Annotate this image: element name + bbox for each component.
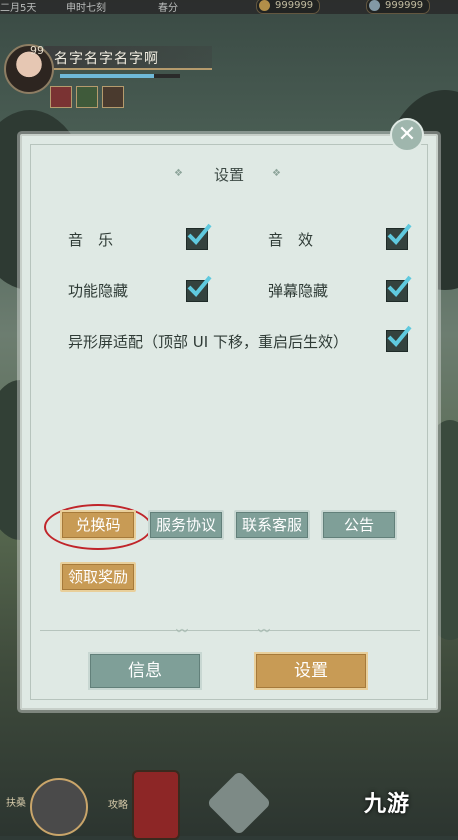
notch-adapt-checkbox[interactable] bbox=[386, 325, 412, 352]
sound-label: 音 效 bbox=[268, 231, 314, 249]
currency-2[interactable]: 999999 bbox=[366, 0, 431, 14]
hp-fill bbox=[60, 74, 154, 78]
music-label: 音 乐 bbox=[68, 231, 114, 249]
check-icon bbox=[387, 275, 412, 297]
close-icon: ✕ bbox=[397, 122, 417, 147]
bottom-mid-label: 攻略 bbox=[108, 800, 128, 811]
companion-icon[interactable] bbox=[102, 86, 124, 108]
date-text: 二月5天 bbox=[0, 3, 37, 14]
player-profile[interactable]: 名字名字名字啊 99 bbox=[0, 18, 220, 108]
info-tab[interactable]: 信息 bbox=[88, 652, 202, 690]
compass-icon[interactable] bbox=[206, 770, 272, 836]
hp-bar bbox=[60, 74, 180, 78]
notice-button[interactable]: 公告 bbox=[321, 510, 397, 540]
check-icon bbox=[387, 223, 412, 245]
check-icon bbox=[187, 275, 212, 297]
watermark-logo: 九游 bbox=[364, 792, 411, 817]
dialog-title: 设置 bbox=[213, 166, 244, 184]
gem-icon bbox=[369, 0, 380, 11]
check-icon bbox=[187, 223, 212, 245]
currency-2-value: 999999 bbox=[385, 0, 424, 11]
redeem-code-button[interactable]: 兑换码 bbox=[60, 510, 136, 540]
fan-icon[interactable] bbox=[30, 778, 88, 836]
service-agreement-button[interactable]: 服务协议 bbox=[148, 510, 224, 540]
hide-danmaku-label: 弹幕隐藏 bbox=[268, 282, 329, 300]
settings-dialog bbox=[20, 134, 438, 710]
title-ornament-icon: ❖ bbox=[272, 168, 281, 179]
divider bbox=[40, 630, 420, 631]
bottom-left-label: 扶桑 bbox=[6, 798, 26, 809]
hide-function-checkbox[interactable] bbox=[186, 275, 212, 302]
wave-ornament-icon: 〰 bbox=[258, 624, 271, 638]
music-checkbox[interactable] bbox=[186, 223, 212, 250]
wave-ornament-icon: 〰 bbox=[176, 624, 189, 638]
shrine-icon[interactable] bbox=[132, 770, 180, 840]
time-text: 申时七刻 bbox=[66, 3, 106, 14]
sound-checkbox[interactable] bbox=[386, 223, 412, 250]
check-icon bbox=[387, 325, 412, 347]
hide-function-label: 功能隐藏 bbox=[68, 282, 129, 300]
coin-icon bbox=[259, 0, 270, 11]
claim-reward-button[interactable]: 领取奖励 bbox=[60, 562, 136, 592]
close-button[interactable]: ✕ bbox=[390, 118, 424, 152]
notch-adapt-label: 异形屏适配（顶部 UI 下移，重启后生效） bbox=[68, 333, 348, 351]
hide-danmaku-checkbox[interactable] bbox=[386, 275, 412, 302]
buff-icon[interactable] bbox=[50, 86, 72, 108]
settings-tab[interactable]: 设置 bbox=[254, 652, 368, 690]
contact-support-button[interactable]: 联系客服 bbox=[234, 510, 310, 540]
dialog-border bbox=[30, 144, 428, 700]
currency-1[interactable]: 999999 bbox=[256, 0, 321, 14]
top-status-bar: 二月5天 申时七刻 春分 999999 999999 bbox=[0, 0, 458, 14]
name-bar: 名字名字名字啊 bbox=[44, 46, 212, 70]
player-level: 99 bbox=[30, 44, 44, 57]
player-name: 名字名字名字啊 bbox=[54, 51, 159, 67]
companion-icon[interactable] bbox=[76, 86, 98, 108]
player-avatar[interactable] bbox=[4, 44, 54, 94]
currency-1-value: 999999 bbox=[275, 0, 314, 11]
season-text: 春分 bbox=[158, 3, 178, 14]
